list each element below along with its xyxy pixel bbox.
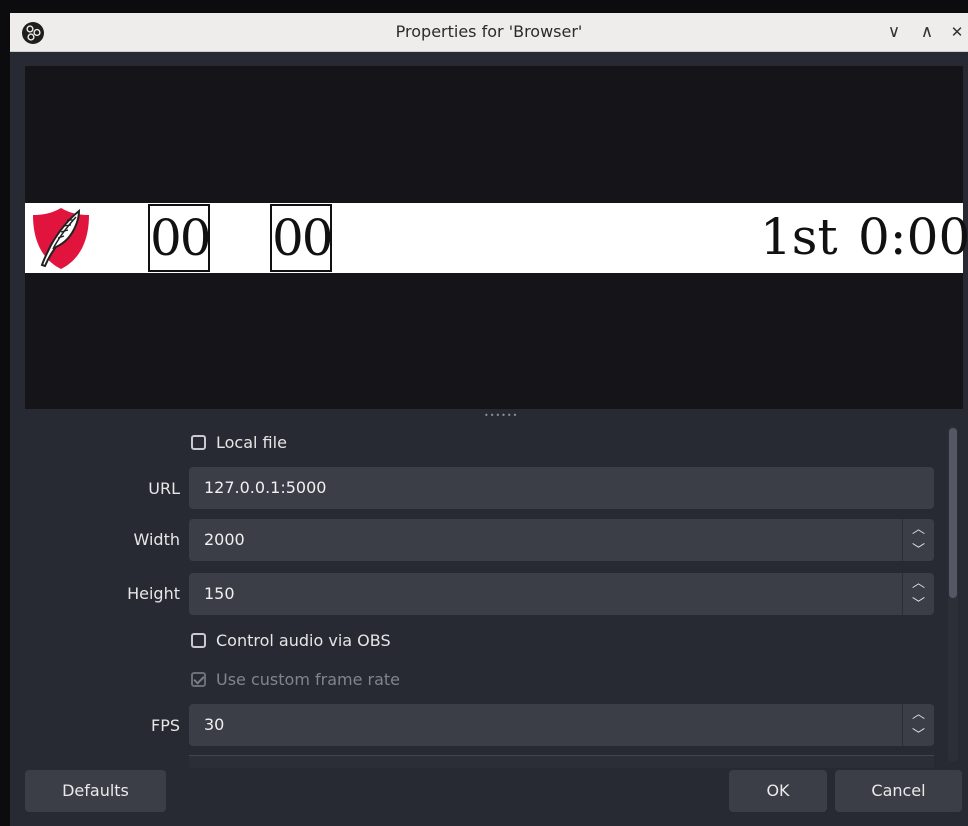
scrollbar-thumb[interactable] [949,428,957,598]
url-label: URL [148,479,180,498]
cancel-button[interactable]: Cancel [835,770,962,812]
title-bar: Properties for 'Browser' ∨ ∧ ✕ [10,13,968,52]
next-property-field [189,755,934,768]
close-button[interactable]: ✕ [944,20,968,44]
scoreboard-bar: 00 00 1st 0:00 [25,203,968,273]
fps-value: 30 [204,715,225,734]
local-file-checkbox-row[interactable]: Local file [191,431,287,453]
custom-frame-rate-checkbox-row: Use custom frame rate [191,668,400,690]
fps-label: FPS [150,716,180,735]
away-score: 00 [270,204,334,272]
window-title: Properties for 'Browser' [395,22,583,41]
properties-scrollbar[interactable] [948,426,958,762]
control-audio-checkbox[interactable] [191,632,206,648]
custom-frame-rate-checkbox [191,671,206,687]
fps-input[interactable]: 30 ︿ ﹀ [189,704,934,746]
game-clock: 0:00 [858,208,968,266]
height-stepper: ︿ ﹀ [902,573,934,615]
browser-preview: 00 00 1st 0:00 [25,66,968,409]
fps-increment-button[interactable]: ︿ [903,704,934,725]
local-file-label: Local file [216,432,287,452]
custom-frame-rate-label: Use custom frame rate [216,669,401,689]
width-value: 2000 [204,530,245,549]
local-file-checkbox[interactable] [191,434,206,450]
width-input[interactable]: 2000 ︿ ﹀ [189,519,934,561]
shield-quill-logo-icon [33,208,89,269]
width-decrement-button[interactable]: ﹀ [903,540,934,561]
width-increment-button[interactable]: ︿ [903,519,934,540]
minimize-button[interactable]: ∨ [881,20,907,44]
control-audio-checkbox-row[interactable]: Control audio via OBS [191,629,391,651]
height-label: Height [127,584,180,603]
url-input[interactable]: 127.0.0.1:5000 [189,467,934,509]
height-input[interactable]: 150 ︿ ﹀ [189,573,934,615]
height-decrement-button[interactable]: ﹀ [903,594,934,615]
maximize-button[interactable]: ∧ [914,20,940,44]
properties-dialog: Properties for 'Browser' ∨ ∧ ✕ 00 00 1st… [10,13,968,826]
fps-decrement-button[interactable]: ﹀ [903,725,934,746]
ok-button[interactable]: OK [729,770,827,812]
height-value: 150 [204,584,235,603]
width-label: Width [133,530,180,549]
home-score: 00 [148,204,212,272]
control-audio-label: Control audio via OBS [216,630,391,650]
splitter-handle[interactable]: •••••• [484,412,517,420]
width-stepper: ︿ ﹀ [902,519,934,561]
height-increment-button[interactable]: ︿ [903,573,934,594]
period-label: 1st [760,208,838,266]
fps-stepper: ︿ ﹀ [902,704,934,746]
defaults-button[interactable]: Defaults [25,770,166,812]
